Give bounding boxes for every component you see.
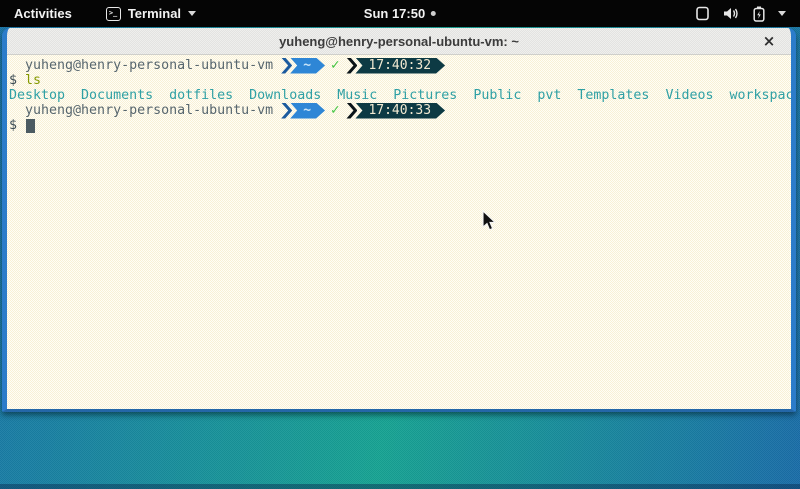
prompt-time: 17:40:32 — [355, 58, 445, 74]
volume-icon — [723, 6, 740, 21]
app-menu-button[interactable]: >_ Terminal — [100, 0, 202, 27]
command-line: $ ls — [9, 73, 789, 88]
prompt-user-host: yuheng@henry-personal-ubuntu-vm — [9, 58, 281, 73]
activities-label: Activities — [14, 6, 72, 21]
powerline-chevron-icon — [346, 58, 357, 74]
prompt-line-1: yuheng@henry-personal-ubuntu-vm ~ ✓ 17:4… — [9, 58, 789, 73]
status-check-icon: ✓ — [325, 103, 346, 118]
prompt-time-segment: 17:40:32 — [346, 58, 445, 74]
app-menu-label: Terminal — [128, 6, 181, 21]
prompt-time-segment: 17:40:33 — [346, 103, 445, 119]
battery-charging-icon — [753, 6, 765, 22]
powerline-chevron-icon — [281, 58, 292, 74]
powerline-chevron-icon — [281, 103, 292, 119]
powerline-chevron-icon — [346, 103, 357, 119]
desktop-bottom-shade — [0, 484, 800, 489]
top-bar: Activities >_ Terminal Sun 17:50 — [0, 0, 800, 27]
system-tray-button[interactable] — [687, 0, 794, 27]
command-text: ls — [25, 73, 41, 88]
window-title: yuheng@henry-personal-ubuntu-vm: ~ — [279, 34, 519, 49]
chevron-down-icon — [188, 11, 196, 16]
window-titlebar[interactable]: yuheng@henry-personal-ubuntu-vm: ~ × — [7, 28, 791, 55]
terminal-screen[interactable]: yuheng@henry-personal-ubuntu-vm ~ ✓ 17:4… — [7, 55, 791, 409]
display-icon — [695, 6, 710, 21]
prompt-time: 17:40:33 — [355, 103, 445, 119]
prompt-cwd-segment: ~ — [281, 58, 325, 74]
terminal-icon: >_ — [106, 7, 121, 21]
prompt-cwd: ~ — [290, 58, 325, 74]
prompt-cwd: ~ — [290, 103, 325, 119]
prompt-symbol: $ — [9, 118, 25, 133]
prompt-user-host: yuheng@henry-personal-ubuntu-vm — [9, 103, 281, 118]
activities-button[interactable]: Activities — [0, 0, 86, 27]
prompt-symbol: $ — [9, 73, 25, 88]
clock-button[interactable]: Sun 17:50 — [356, 0, 444, 27]
clock-label: Sun 17:50 — [364, 6, 425, 21]
close-button[interactable]: × — [759, 31, 779, 51]
input-line[interactable]: $ — [9, 118, 789, 133]
directory-list: Desktop Documents dotfiles Downloads Mus… — [9, 88, 796, 103]
prompt-line-2: yuheng@henry-personal-ubuntu-vm ~ ✓ 17:4… — [9, 103, 789, 118]
chevron-down-icon — [778, 11, 786, 16]
prompt-cwd-segment: ~ — [281, 103, 325, 119]
ls-output-line: Desktop Documents dotfiles Downloads Mus… — [9, 88, 789, 103]
terminal-window: yuheng@henry-personal-ubuntu-vm: ~ × yuh… — [2, 28, 796, 412]
status-check-icon: ✓ — [325, 58, 346, 73]
notification-dot-icon — [431, 11, 436, 16]
terminal-cursor — [26, 119, 35, 133]
